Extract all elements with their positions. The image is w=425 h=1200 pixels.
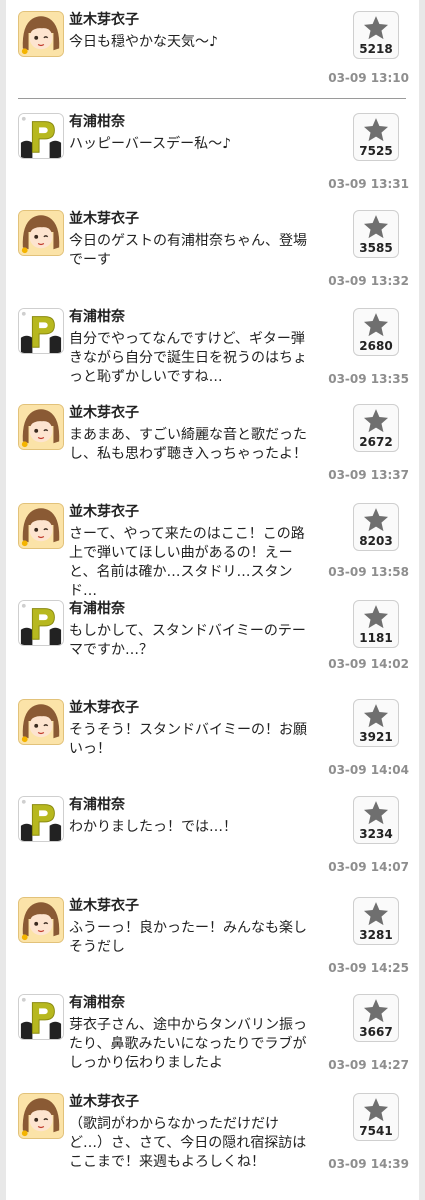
poster-name: 並木芽衣子 xyxy=(69,504,139,520)
post-timestamp: 03-09 14:25 xyxy=(328,961,409,975)
post-item: 有浦柑奈もしかして、スタンドバイミーのテー マですか…？ 1181 03-09 14… xyxy=(6,600,419,680)
post-message: 今日も穏やかな天気～♪ xyxy=(69,34,218,50)
star-button[interactable]: 7525 xyxy=(353,113,399,161)
post-message: ハッピーバースデー私～♪ xyxy=(69,136,232,152)
kanna-avatar-icon[interactable] xyxy=(18,308,64,354)
post-item: 有浦柑奈自分でやってなんですけど、ギター弾 きながら自分で誕生日を祝うのはちょ … xyxy=(6,308,419,388)
post-item: 並木芽衣子今日のゲストの有浦柑奈ちゃん、登場 でーす 3585 03-09 13:3… xyxy=(6,210,419,290)
star-icon xyxy=(362,702,390,730)
meiko-avatar-icon[interactable] xyxy=(18,210,64,256)
star-count: 3585 xyxy=(359,241,393,255)
star-count: 8203 xyxy=(359,534,393,548)
star-button[interactable]: 7541 xyxy=(353,1093,399,1141)
star-count: 2680 xyxy=(359,339,393,353)
post-timestamp: 03-09 13:35 xyxy=(328,372,409,386)
meiko-avatar-icon[interactable] xyxy=(18,503,64,549)
post-message: 芽衣子さん、途中からタンバリン振っ たり、鼻歌みたいになったりでラブが しっかり… xyxy=(69,1017,307,1071)
kanna-avatar-icon[interactable] xyxy=(18,796,64,842)
post-message: 自分でやってなんですけど、ギター弾 きながら自分で誕生日を祝うのはちょ っと恥ず… xyxy=(69,331,307,385)
star-count: 7541 xyxy=(359,1124,393,1138)
post-timestamp: 03-09 14:02 xyxy=(328,657,409,671)
star-count: 3921 xyxy=(359,730,393,744)
post-message: わかりましたっ！では…！ xyxy=(69,819,237,835)
star-button[interactable]: 3234 xyxy=(353,796,399,844)
post-item: 有浦柑奈芽衣子さん、途中からタンバリン振っ たり、鼻歌みたいになったりでラブが … xyxy=(6,994,419,1074)
divider xyxy=(18,98,406,99)
post-message: （歌詞がわからなかっただけだけ ど…）さ、さて、今日の隠れ宿探訪は ここまで！来… xyxy=(69,1116,307,1170)
post-timestamp: 03-09 14:04 xyxy=(328,763,409,777)
star-button[interactable]: 2680 xyxy=(353,308,399,356)
poster-name: 並木芽衣子 xyxy=(69,211,139,227)
post-item: 並木芽衣子さーて、やって来たのはここ！この路 上で弾いてほしい曲があるの！えー … xyxy=(6,503,419,599)
star-icon xyxy=(362,407,390,435)
post-message: ふうーっ！良かったー！みんなも楽し そうだし xyxy=(69,920,307,955)
star-button[interactable]: 1181 xyxy=(353,600,399,648)
kanna-avatar-icon[interactable] xyxy=(18,994,64,1040)
star-icon xyxy=(362,900,390,928)
post-timestamp: 03-09 13:31 xyxy=(328,177,409,191)
star-button[interactable]: 2672 xyxy=(353,404,399,452)
post-timestamp: 03-09 14:39 xyxy=(328,1157,409,1171)
post-item: 並木芽衣子今日も穏やかな天気～♪ 5218 03-09 13:10 xyxy=(6,11,419,91)
kanna-avatar-icon[interactable] xyxy=(18,600,64,646)
post-item: 並木芽衣子そうそう！スタンドバイミーの！お願 いっ！ 3921 03-09 14:0… xyxy=(6,699,419,779)
post-timestamp: 03-09 13:58 xyxy=(328,565,409,579)
post-message: さーて、やって来たのはここ！この路 上で弾いてほしい曲があるの！えー と、名前は… xyxy=(69,526,305,599)
post-message: もしかして、スタンドバイミーのテー マですか…？ xyxy=(69,623,306,658)
star-count: 3281 xyxy=(359,928,393,942)
star-icon xyxy=(362,997,390,1025)
star-count: 5218 xyxy=(359,42,393,56)
poster-name: 並木芽衣子 xyxy=(69,898,139,914)
star-icon xyxy=(362,1096,390,1124)
post-feed: 並木芽衣子 今日も穏やかな天気～♪ 5218 03-09 13:10 有浦柑奈 ハッピーバ… xyxy=(6,0,419,1200)
post-timestamp: 03-09 14:07 xyxy=(328,860,409,874)
poster-name: 並木芽衣子 xyxy=(69,12,139,28)
star-button[interactable]: 3281 xyxy=(353,897,399,945)
kanna-avatar-icon[interactable] xyxy=(18,113,64,159)
star-count: 1181 xyxy=(359,631,393,645)
post-item: 並木芽衣子ふうーっ！良かったー！みんなも楽し そうだし 3281 03-09 14:… xyxy=(6,897,419,977)
poster-name: 並木芽衣子 xyxy=(69,405,139,421)
star-button[interactable]: 3585 xyxy=(353,210,399,258)
post-item: 有浦柑奈ハッピーバースデー私～♪ 7525 03-09 13:31 xyxy=(6,113,419,193)
post-timestamp: 03-09 13:10 xyxy=(328,71,409,85)
star-count: 3667 xyxy=(359,1025,393,1039)
post-message: そうそう！スタンドバイミーの！お願 いっ！ xyxy=(69,722,307,757)
post-message: 今日のゲストの有浦柑奈ちゃん、登場 でーす xyxy=(69,233,307,268)
poster-name: 有浦柑奈 xyxy=(69,995,125,1011)
meiko-avatar-icon[interactable] xyxy=(18,699,64,745)
poster-name: 並木芽衣子 xyxy=(69,700,139,716)
post-timestamp: 03-09 14:27 xyxy=(328,1058,409,1072)
post-timestamp: 03-09 13:32 xyxy=(328,274,409,288)
meiko-avatar-icon[interactable] xyxy=(18,11,64,57)
star-icon xyxy=(362,14,390,42)
poster-name: 並木芽衣子 xyxy=(69,1094,139,1110)
poster-name: 有浦柑奈 xyxy=(69,309,125,325)
poster-name: 有浦柑奈 xyxy=(69,114,125,130)
post-item: 有浦柑奈わかりましたっ！では…！ 3234 03-09 14:07 xyxy=(6,796,419,876)
star-icon xyxy=(362,603,390,631)
meiko-avatar-icon[interactable] xyxy=(18,404,64,450)
star-button[interactable]: 8203 xyxy=(353,503,399,551)
star-button[interactable]: 3667 xyxy=(353,994,399,1042)
star-icon xyxy=(362,506,390,534)
star-count: 3234 xyxy=(359,827,393,841)
star-count: 7525 xyxy=(359,144,393,158)
star-button[interactable]: 3921 xyxy=(353,699,399,747)
meiko-avatar-icon[interactable] xyxy=(18,1093,64,1139)
poster-name: 有浦柑奈 xyxy=(69,797,125,813)
post-item: 並木芽衣子まあまあ、すごい綺麗な音と歌だった し、私も思わず聴き入っちゃったよ！… xyxy=(6,404,419,484)
meiko-avatar-icon[interactable] xyxy=(18,897,64,943)
star-icon xyxy=(362,213,390,241)
star-button[interactable]: 5218 xyxy=(353,11,399,59)
poster-name: 有浦柑奈 xyxy=(69,601,125,617)
star-icon xyxy=(362,116,390,144)
post-item: 並木芽衣子 （歌詞がわからなかっただけだけ ど…）さ、さて、今日の隠れ宿探訪は こ… xyxy=(6,1093,419,1173)
star-count: 2672 xyxy=(359,435,393,449)
post-timestamp: 03-09 13:37 xyxy=(328,468,409,482)
star-icon xyxy=(362,799,390,827)
star-icon xyxy=(362,311,390,339)
post-message: まあまあ、すごい綺麗な音と歌だった し、私も思わず聴き入っちゃったよ！ xyxy=(69,427,307,462)
